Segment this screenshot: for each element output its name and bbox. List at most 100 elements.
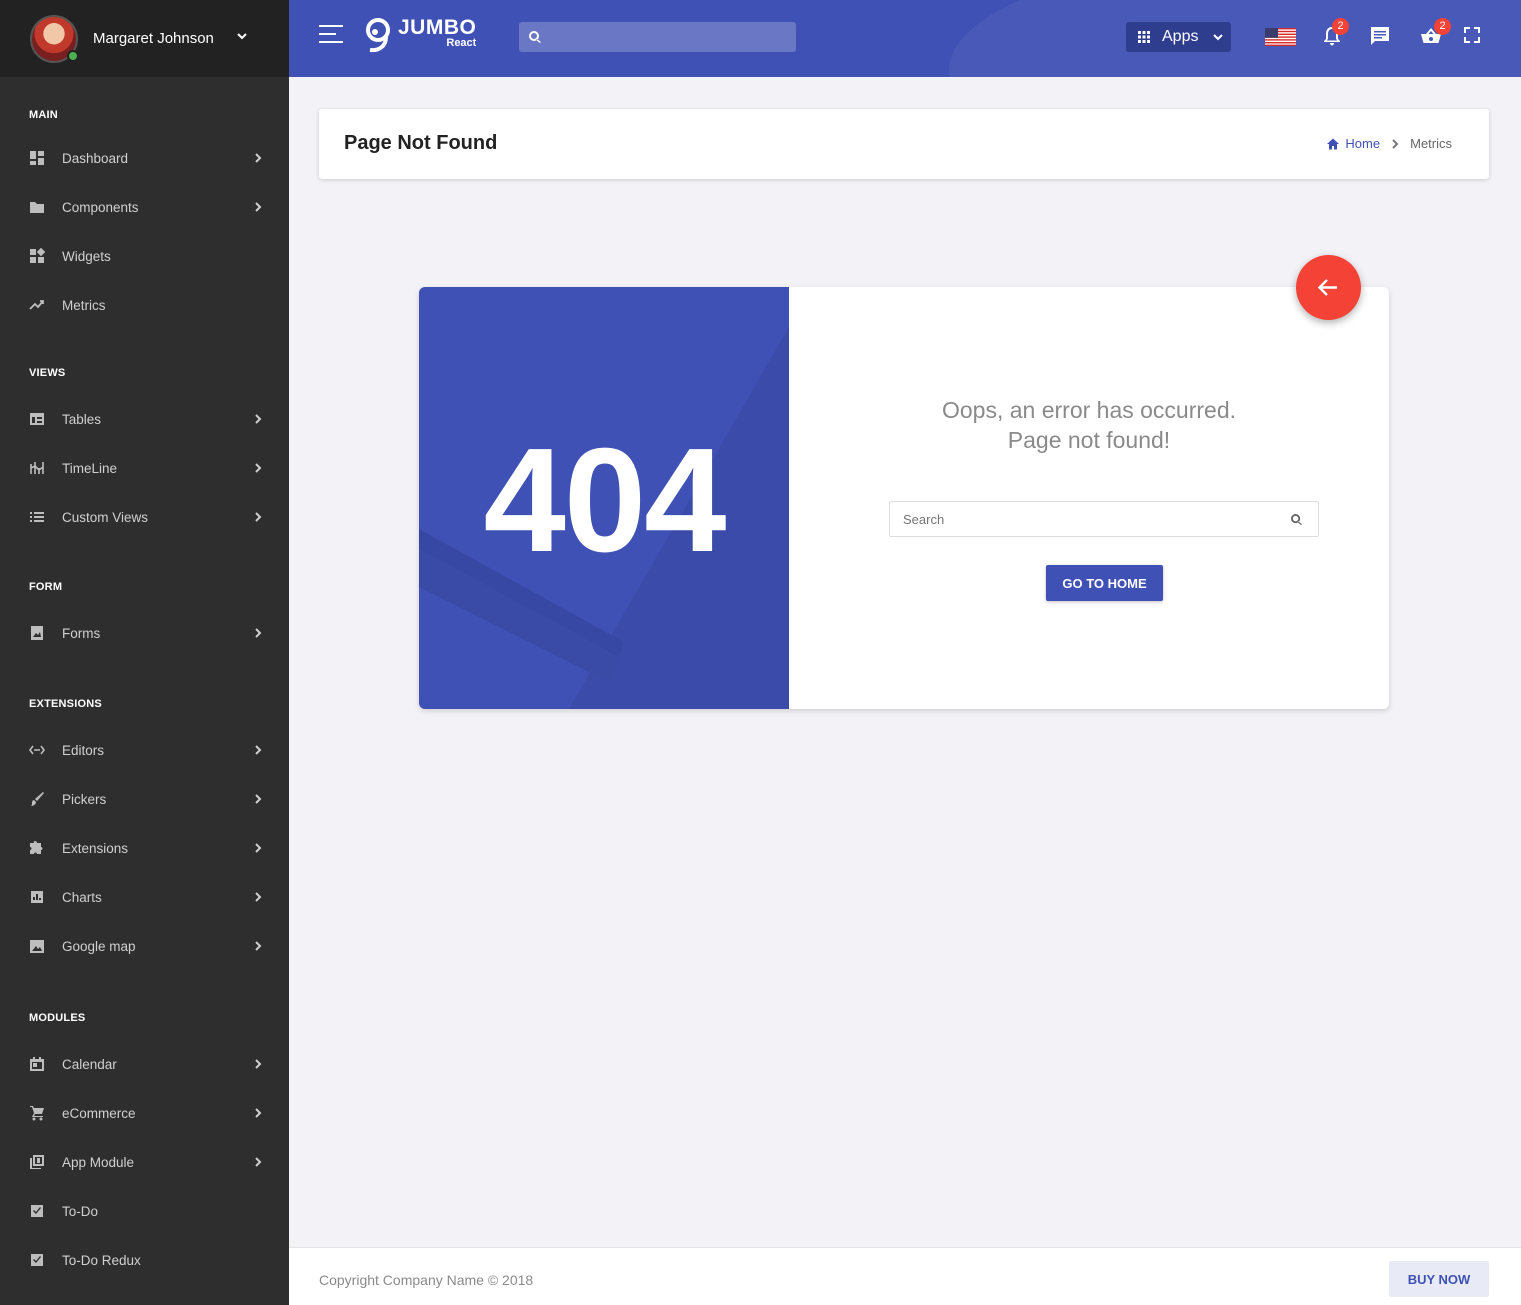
logo-subtext: React: [446, 37, 477, 49]
calendar-icon: [30, 1057, 44, 1071]
chevron-right-icon: [255, 153, 262, 163]
chevron-right-icon: [255, 1108, 262, 1118]
library-icon: [30, 1155, 44, 1169]
sidebar: Margaret Johnson MAIN Dashboard Componen…: [0, 0, 289, 1305]
sidebar-item-label: Calendar: [62, 1056, 117, 1072]
cart-badge: 2: [1434, 18, 1451, 35]
fullscreen-icon[interactable]: [1463, 26, 1481, 44]
sidebar-item-widgets[interactable]: Widgets: [0, 236, 289, 276]
chat-icon[interactable]: [1369, 25, 1391, 47]
copyright-text: Copyright Company Name © 2018: [319, 1272, 534, 1288]
chevron-right-icon: [255, 843, 262, 853]
sidebar-item-label: To-Do Redux: [62, 1252, 141, 1268]
sidebar-item-components[interactable]: Components: [0, 187, 289, 227]
checkbox-icon: [31, 1254, 43, 1266]
error-message-line-1: Oops, an error has occurred.: [941, 397, 1237, 423]
chevron-right-icon: [255, 1157, 262, 1167]
nav-section-main: MAIN: [29, 109, 58, 121]
top-header: JUMBO React Apps 2 2: [289, 0, 1521, 77]
sidebar-item-dashboard[interactable]: Dashboard: [0, 138, 289, 178]
apps-label: Apps: [1162, 28, 1199, 45]
error-code-panel: 404: [419, 287, 789, 709]
go-to-home-button[interactable]: GO TO HOME: [1046, 565, 1163, 601]
chevron-down-icon: [1213, 34, 1223, 41]
sidebar-item-ecommerce[interactable]: eCommerce: [0, 1093, 289, 1133]
sidebar-item-app-module[interactable]: App Module: [0, 1142, 289, 1182]
sidebar-item-label: Tables: [62, 411, 102, 427]
brush-icon: [31, 792, 44, 806]
arrow-back-icon: [1317, 279, 1337, 296]
menu-icon[interactable]: [319, 24, 343, 44]
sidebar-item-timeline[interactable]: TimeLine: [0, 448, 289, 488]
breadcrumb-home-link[interactable]: Home: [1345, 136, 1380, 151]
error-search-input[interactable]: [903, 502, 1283, 536]
chevron-down-icon[interactable]: [236, 30, 248, 42]
table-icon: [30, 413, 44, 425]
cart-icon: [30, 1106, 44, 1121]
nav-section-extensions: EXTENSIONS: [29, 698, 102, 710]
logo[interactable]: JUMBO React: [364, 17, 476, 53]
sidebar-item-label: Dashboard: [62, 150, 129, 166]
header-search-input[interactable]: [549, 22, 789, 52]
chevron-right-icon: [255, 202, 262, 212]
sidebar-item-editors[interactable]: Editors: [0, 730, 289, 770]
chevron-right-icon: [255, 794, 262, 804]
logo-icon: [366, 18, 390, 53]
nav-section-modules: MODULES: [29, 1012, 86, 1024]
search-icon: [529, 31, 541, 43]
sidebar-item-custom-views[interactable]: Custom Views: [0, 497, 289, 537]
breadcrumb-current: Metrics: [1410, 136, 1452, 151]
nav-section-form: FORM: [29, 581, 63, 593]
chevron-right-icon: [255, 463, 262, 473]
sidebar-item-tables[interactable]: Tables: [0, 399, 289, 439]
sidebar-item-label: TimeLine: [62, 460, 118, 476]
sidebar-item-forms[interactable]: Forms: [0, 613, 289, 653]
search-icon[interactable]: [1291, 514, 1302, 525]
sidebar-item-extensions[interactable]: Extensions: [0, 828, 289, 868]
notification-badge: 2: [1332, 18, 1349, 35]
apps-dropdown[interactable]: Apps: [1126, 22, 1231, 52]
sidebar-item-label: Components: [62, 199, 139, 215]
sidebar-item-charts[interactable]: Charts: [0, 877, 289, 917]
timeline-icon: [30, 462, 44, 474]
sidebar-item-calendar[interactable]: Calendar: [0, 1044, 289, 1084]
chevron-right-icon: [1392, 138, 1399, 149]
nav-section-views: VIEWS: [29, 367, 66, 379]
buy-now-button[interactable]: BUY NOW: [1389, 1261, 1489, 1297]
chevron-right-icon: [255, 745, 262, 755]
sidebar-item-label: Extensions: [62, 840, 129, 856]
user-panel[interactable]: Margaret Johnson: [0, 0, 289, 77]
code-icon: [29, 745, 45, 755]
home-icon[interactable]: [1327, 138, 1340, 150]
sidebar-item-label: Google map: [62, 938, 136, 954]
error-message: Oops, an error has occurred. Page not fo…: [789, 395, 1389, 455]
sidebar-item-label: Custom Views: [62, 509, 149, 525]
sidebar-item-label: Forms: [62, 625, 101, 641]
puzzle-icon: [30, 841, 43, 854]
sidebar-item-label: Pickers: [62, 791, 107, 807]
error-message-line-2: Page not found!: [1007, 427, 1171, 453]
online-status-dot: [67, 49, 79, 62]
folder-icon: [30, 202, 44, 213]
avatar[interactable]: [30, 14, 79, 63]
footer: Copyright Company Name © 2018 BUY NOW: [289, 1247, 1521, 1305]
error-code: 404: [483, 418, 727, 583]
dashboard-icon: [30, 151, 44, 165]
sidebar-item-label: To-Do: [62, 1203, 99, 1219]
trending-up-icon: [29, 300, 44, 310]
header-search[interactable]: [519, 22, 796, 52]
sidebar-item-pickers[interactable]: Pickers: [0, 779, 289, 819]
chevron-right-icon: [255, 512, 262, 522]
sidebar-item-todo[interactable]: To-Do: [0, 1191, 289, 1231]
sidebar-item-metrics[interactable]: Metrics: [0, 285, 289, 325]
error-card: 404 Oops, an error has occurred. Page no…: [419, 287, 1389, 709]
breadcrumb: Home Metrics: [1327, 136, 1452, 151]
us-flag-icon[interactable]: [1265, 28, 1296, 46]
checkbox-icon: [31, 1205, 43, 1217]
chevron-right-icon: [255, 941, 262, 951]
sidebar-item-label: Widgets: [62, 248, 111, 264]
sidebar-item-google-map[interactable]: Google map: [0, 926, 289, 966]
back-button[interactable]: [1296, 255, 1361, 320]
sidebar-item-label: Metrics: [62, 297, 106, 313]
sidebar-item-todo-redux[interactable]: To-Do Redux: [0, 1240, 289, 1280]
